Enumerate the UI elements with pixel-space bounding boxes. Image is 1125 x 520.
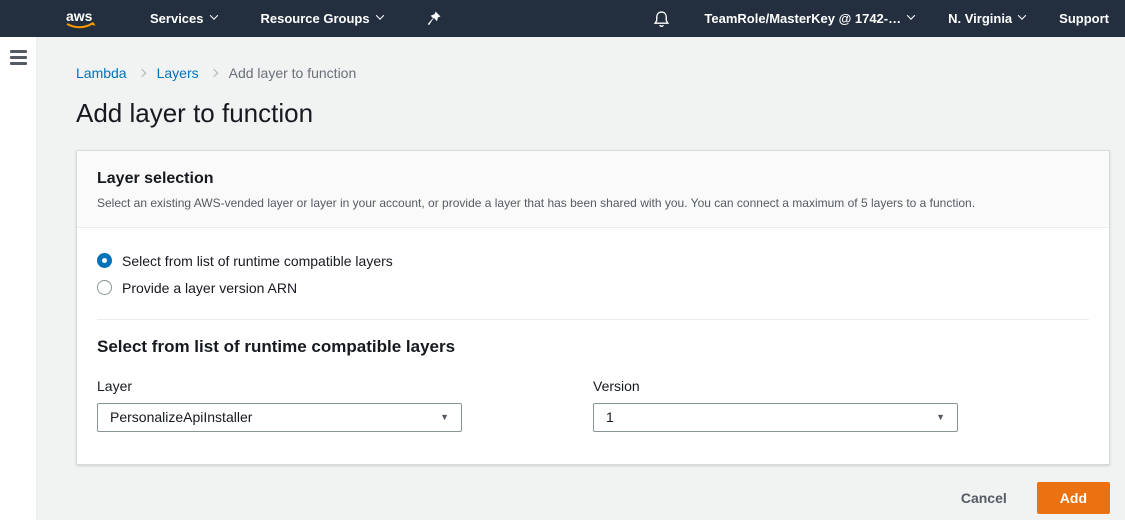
page-title: Add layer to function <box>76 98 1110 129</box>
cancel-button[interactable]: Cancel <box>961 490 1007 506</box>
chevron-right-icon <box>209 69 217 77</box>
left-sidebar <box>0 37 37 520</box>
resource-groups-menu-label: Resource Groups <box>261 11 370 26</box>
svg-text:aws: aws <box>66 8 93 24</box>
layer-select-value: PersonalizeApiInstaller <box>110 409 252 425</box>
resource-groups-menu[interactable]: Resource Groups <box>261 11 383 26</box>
layer-field: Layer PersonalizeApiInstaller ▼ <box>97 378 593 432</box>
account-menu[interactable]: TeamRole/MasterKey @ 1742-… <box>704 11 914 26</box>
card-body: Select from list of runtime compatible l… <box>77 228 1109 464</box>
radio-label: Provide a layer version ARN <box>122 280 297 296</box>
aws-logo-icon: aws <box>62 7 100 31</box>
account-menu-label: TeamRole/MasterKey @ 1742-… <box>704 11 901 26</box>
radio-option-runtime-compatible[interactable]: Select from list of runtime compatible l… <box>97 253 1089 269</box>
chevron-down-icon <box>907 11 915 19</box>
support-menu-label: Support <box>1059 11 1109 26</box>
add-button[interactable]: Add <box>1037 482 1110 514</box>
radio-button[interactable] <box>97 253 112 268</box>
services-menu-label: Services <box>150 11 204 26</box>
layer-field-label: Layer <box>97 378 593 394</box>
section-divider <box>97 319 1089 320</box>
dropdown-caret-icon: ▼ <box>936 412 945 422</box>
layer-selection-card: Layer selection Select an existing AWS-v… <box>76 150 1110 465</box>
card-title: Layer selection <box>97 170 1089 188</box>
region-menu-label: N. Virginia <box>948 11 1012 26</box>
version-select-dropdown[interactable]: 1 ▼ <box>593 403 958 432</box>
pinned-shortcuts-button[interactable] <box>427 11 441 26</box>
app-body: Lambda Layers Add layer to function Add … <box>0 37 1125 520</box>
chevron-right-icon <box>137 69 145 77</box>
notifications-button[interactable] <box>653 10 670 28</box>
version-field-label: Version <box>593 378 1089 394</box>
radio-button[interactable] <box>97 280 112 295</box>
card-header: Layer selection Select an existing AWS-v… <box>77 151 1109 228</box>
layer-select-dropdown[interactable]: PersonalizeApiInstaller ▼ <box>97 403 462 432</box>
dropdown-caret-icon: ▼ <box>440 412 449 422</box>
card-description: Select an existing AWS-vended layer or l… <box>97 195 1089 212</box>
radio-option-layer-version-arn[interactable]: Provide a layer version ARN <box>97 280 1089 296</box>
chevron-down-icon <box>1018 11 1026 19</box>
region-menu[interactable]: N. Virginia <box>948 11 1025 26</box>
breadcrumb-layers-link[interactable]: Layers <box>157 65 199 81</box>
pushpin-icon <box>427 11 441 26</box>
main-content: Lambda Layers Add layer to function Add … <box>37 37 1125 520</box>
version-select-value: 1 <box>606 409 614 425</box>
hamburger-menu-icon[interactable] <box>10 50 36 65</box>
bell-icon <box>653 10 670 28</box>
runtime-section-title: Select from list of runtime compatible l… <box>97 337 1089 357</box>
services-menu[interactable]: Services <box>150 11 217 26</box>
radio-label: Select from list of runtime compatible l… <box>122 253 393 269</box>
breadcrumb-current-page: Add layer to function <box>229 65 357 81</box>
aws-logo[interactable]: aws <box>62 7 100 31</box>
support-menu[interactable]: Support <box>1059 11 1109 26</box>
breadcrumb: Lambda Layers Add layer to function <box>76 65 1110 81</box>
top-navigation-bar: aws Services Resource Groups TeamRole <box>0 0 1125 37</box>
breadcrumb-lambda-link[interactable]: Lambda <box>76 65 127 81</box>
form-fields-row: Layer PersonalizeApiInstaller ▼ Version … <box>97 378 1089 432</box>
chevron-down-icon <box>209 11 217 19</box>
version-field: Version 1 ▼ <box>593 378 1089 432</box>
footer-actions: Cancel Add <box>76 482 1110 514</box>
chevron-down-icon <box>375 11 383 19</box>
